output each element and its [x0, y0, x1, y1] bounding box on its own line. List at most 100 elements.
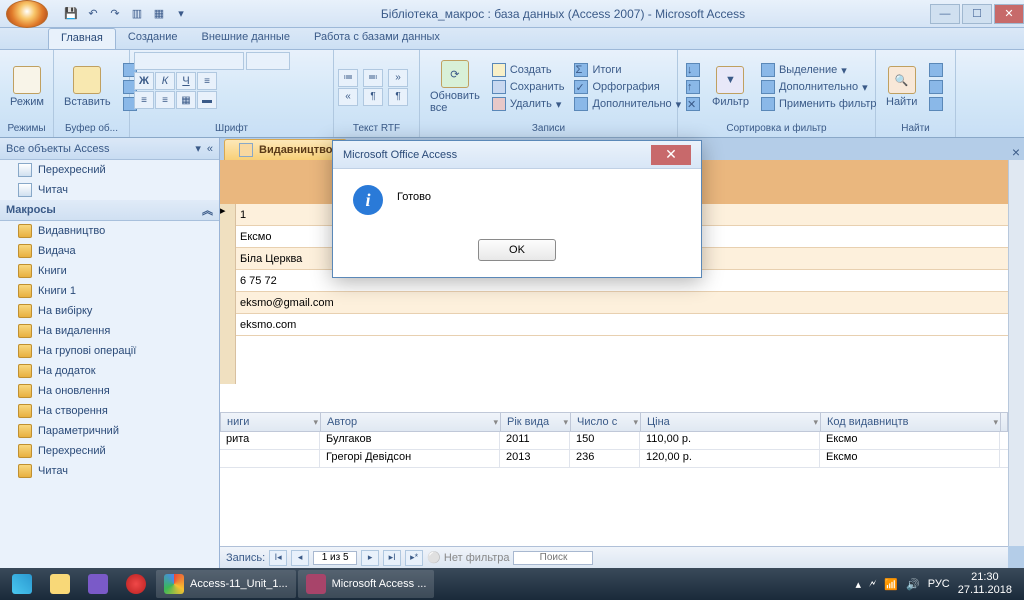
advanced-button[interactable]: Дополнительно▾ [757, 79, 881, 95]
nav-header[interactable]: Все объекты Access▾« [0, 138, 219, 160]
new-button[interactable]: Создать [488, 62, 569, 78]
table-row[interactable]: Грегорі Девідсон2013236120,00 р.Ексмо [220, 450, 1008, 468]
close-button[interactable]: ✕ [994, 4, 1024, 24]
find-button[interactable]: 🔍Найти [880, 64, 923, 110]
sort-asc-button[interactable]: ↓ [682, 62, 704, 78]
nav-item-macro[interactable]: На оновлення [0, 381, 219, 401]
language-indicator[interactable]: РУС [928, 578, 950, 590]
cell[interactable]: Грегорі Девідсон [320, 450, 500, 467]
nav-item-macro[interactable]: Параметричний [0, 421, 219, 441]
more-button[interactable]: Дополнительно▾ [570, 96, 685, 112]
nav-item[interactable]: Перехресний [0, 160, 219, 180]
tray-up-icon[interactable]: ▴ [855, 578, 861, 591]
delete-button[interactable]: Удалить▾ [488, 96, 569, 112]
select-button[interactable] [925, 96, 947, 112]
field-input[interactable] [236, 292, 1008, 313]
toggle-filter-button[interactable]: Применить фильтр [757, 96, 881, 112]
column-header[interactable]: Ціна▾ [641, 413, 821, 431]
nav-item-macro[interactable]: Книги 1 [0, 281, 219, 301]
goto-button[interactable] [925, 79, 947, 95]
redo-icon[interactable]: ↷ [106, 5, 124, 23]
access-task[interactable]: Microsoft Access ... [298, 570, 435, 598]
close-document-icon[interactable]: × [1012, 144, 1020, 160]
clear-sort-button[interactable]: ✕ [682, 96, 704, 112]
filter-button[interactable]: ▼Фильтр [706, 64, 755, 110]
cell[interactable]: 2011 [500, 432, 570, 449]
refresh-button[interactable]: ⟳Обновить все [424, 58, 486, 116]
cell[interactable]: 2013 [500, 450, 570, 467]
italic-button[interactable]: К [155, 72, 175, 90]
column-header[interactable]: ниги▾ [221, 413, 321, 431]
ok-button[interactable]: OK [478, 239, 556, 261]
cell[interactable]: 110,00 р. [640, 432, 820, 449]
nav-item-macro[interactable]: На видалення [0, 321, 219, 341]
maximize-button[interactable]: ☐ [962, 4, 992, 24]
vertical-scrollbar[interactable] [1008, 160, 1024, 546]
tab-home[interactable]: Главная [48, 28, 116, 49]
align-right-button[interactable]: ≡ [155, 91, 175, 109]
viber-button[interactable] [80, 570, 116, 598]
nav-item[interactable]: Читач [0, 180, 219, 200]
spelling-button[interactable]: ✓Орфография [570, 79, 685, 95]
selection-button[interactable]: Выделение▾ [757, 62, 881, 78]
ltr-button[interactable]: ¶ [363, 88, 383, 106]
record-selector[interactable]: ▸ [220, 204, 236, 384]
prev-record-button[interactable]: ◂ [291, 550, 309, 566]
indent-button[interactable]: » [388, 69, 408, 87]
nav-item-macro[interactable]: Читач [0, 461, 219, 481]
rtl-button[interactable]: ¶ [388, 88, 408, 106]
column-header[interactable]: Число с▾ [571, 413, 641, 431]
nav-item-macro[interactable]: Книги [0, 261, 219, 281]
save-button[interactable]: Сохранить [488, 79, 569, 95]
qat-dropdown-icon[interactable]: ▾ [172, 5, 190, 23]
last-record-button[interactable]: ▸I [383, 550, 401, 566]
network-icon[interactable]: 📶 [884, 578, 898, 591]
search-input[interactable] [513, 551, 593, 565]
replace-button[interactable] [925, 62, 947, 78]
undo-icon[interactable]: ↶ [84, 5, 102, 23]
align-left-button[interactable]: ≡ [197, 72, 217, 90]
new-record-button[interactable]: ▸* [405, 550, 423, 566]
nav-item-macro[interactable]: Перехресний [0, 441, 219, 461]
chrome-task[interactable]: Access-11_Unit_1... [156, 570, 296, 598]
cell[interactable]: 150 [570, 432, 640, 449]
align-center-button[interactable]: ≡ [134, 91, 154, 109]
grid-button[interactable]: ▦ [176, 91, 196, 109]
opera-button[interactable] [118, 570, 154, 598]
sort-desc-button[interactable]: ↑ [682, 79, 704, 95]
battery-icon[interactable]: 🗲 [869, 578, 876, 591]
cell[interactable] [220, 450, 320, 467]
record-position[interactable] [313, 551, 357, 565]
list-button[interactable]: ≔ [338, 69, 358, 87]
outdent-button[interactable]: « [338, 88, 358, 106]
nav-item-macro[interactable]: На групові операції [0, 341, 219, 361]
cell[interactable]: Ексмо [820, 432, 1000, 449]
numlist-button[interactable]: ≕ [363, 69, 383, 87]
dialog-close-button[interactable]: ✕ [651, 145, 691, 165]
underline-button[interactable]: Ч [176, 72, 196, 90]
tab-create[interactable]: Создание [116, 28, 190, 49]
cell[interactable]: Булгаков [320, 432, 500, 449]
column-header[interactable]: Автор▾ [321, 413, 501, 431]
tab-dbtools[interactable]: Работа с базами данных [302, 28, 452, 49]
nav-item-macro[interactable]: На створення [0, 401, 219, 421]
next-record-button[interactable]: ▸ [361, 550, 379, 566]
nav-item-macro[interactable]: Видача [0, 241, 219, 261]
bold-button[interactable]: Ж [134, 72, 154, 90]
cell[interactable]: 120,00 р. [640, 450, 820, 467]
volume-icon[interactable]: 🔊 [906, 578, 920, 591]
cell[interactable]: рита [220, 432, 320, 449]
table-row[interactable]: ритаБулгаков2011150110,00 р.Ексмо [220, 432, 1008, 450]
font-family[interactable] [134, 52, 244, 70]
column-header[interactable]: Рік вида▾ [501, 413, 571, 431]
clock[interactable]: 21:3027.11.2018 [958, 571, 1012, 597]
nav-group-macros[interactable]: Макросы︽ [0, 200, 219, 221]
nav-item-macro[interactable]: На вибірку [0, 301, 219, 321]
cell[interactable]: Ексмо [820, 450, 1000, 467]
start-button[interactable] [4, 570, 40, 598]
nav-item-macro[interactable]: Видавництво [0, 221, 219, 241]
first-record-button[interactable]: I◂ [269, 550, 287, 566]
cell[interactable]: 236 [570, 450, 640, 467]
qat-icon[interactable]: ▥ [128, 5, 146, 23]
column-header[interactable]: Код видавництв▾ [821, 413, 1001, 431]
